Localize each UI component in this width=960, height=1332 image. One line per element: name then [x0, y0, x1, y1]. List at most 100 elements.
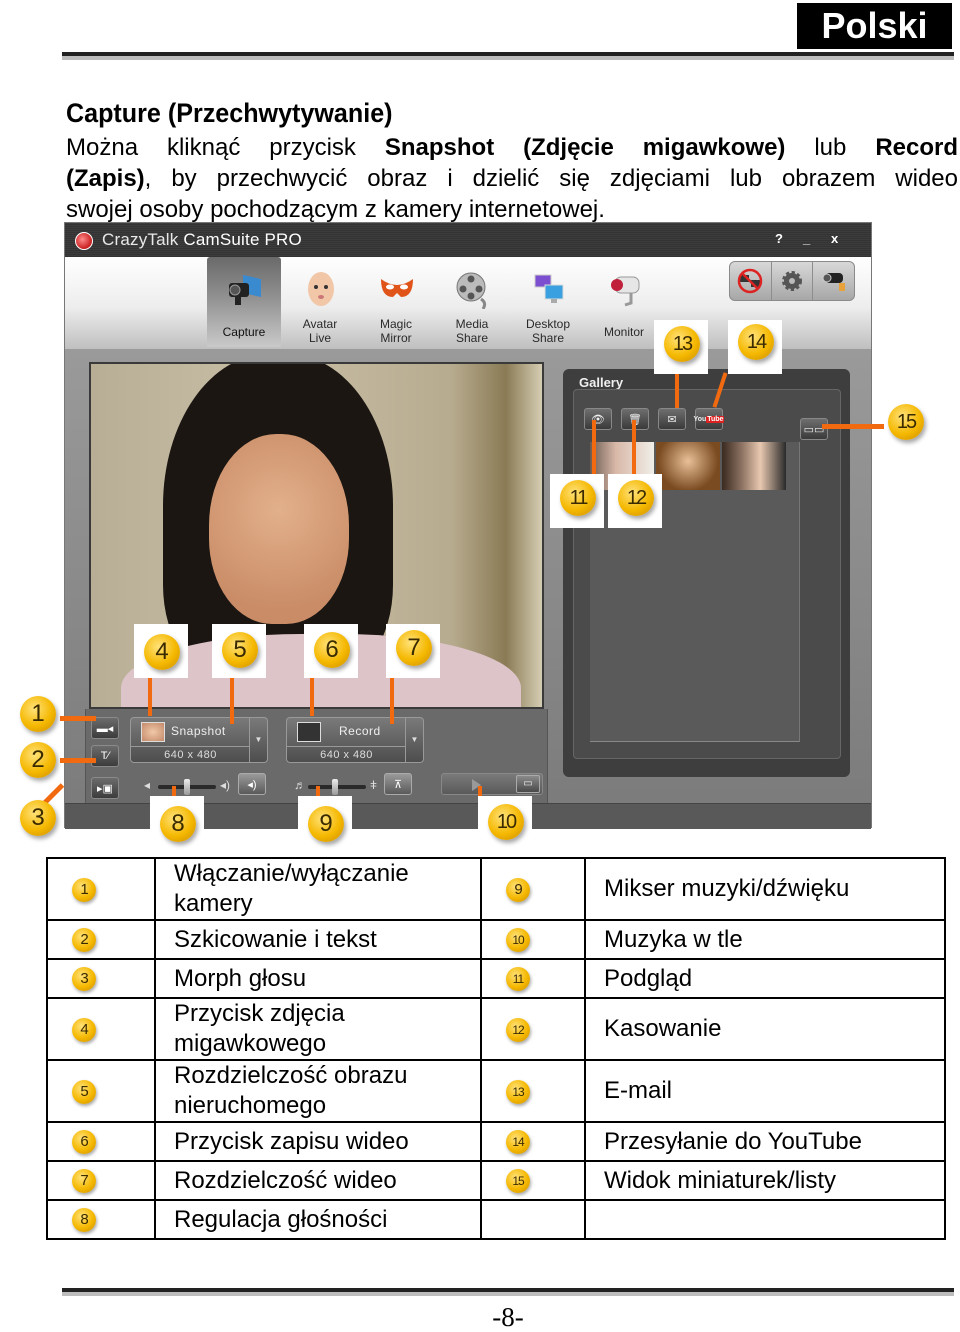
thumbnail-list-view-toggle[interactable]: ▭▭	[800, 418, 828, 440]
mode-label: Monitor	[603, 325, 644, 339]
callout-4: 4	[144, 634, 180, 670]
legend-label: Szkicowanie i tekst	[154, 919, 482, 960]
mode-avatar-live[interactable]: Avatar Live	[283, 257, 357, 347]
volume-slider-knob[interactable]	[184, 779, 190, 795]
legend-badge: 5	[72, 1079, 96, 1104]
legend-badge: 2	[72, 928, 96, 953]
open-music-folder-button[interactable]: ▭	[516, 775, 540, 793]
intro-line-2: (Zapis), by przechwycić obraz i dzielić …	[66, 163, 958, 194]
speaker-icon: ◂)	[247, 778, 257, 791]
email-button[interactable]: ✉	[658, 408, 686, 430]
record-button[interactable]: Record 640 x 480 ▼	[286, 717, 424, 763]
app-title-brand: CrazyTalk	[102, 230, 184, 249]
mode-monitor[interactable]: Monitor	[587, 257, 661, 347]
legend-label: Widok miniaturek/listy	[584, 1160, 946, 1201]
mode-desktop-share[interactable]: Desktop Share	[511, 257, 585, 347]
legend-badge: 4	[72, 1017, 96, 1042]
legend-row: 3 Morph głosu 11 Podgląd	[46, 958, 946, 999]
callout-6: 6	[314, 632, 350, 668]
callout-14: 14	[738, 324, 774, 360]
callout-1: 1	[20, 696, 56, 732]
sketch-text-button[interactable]: T⁄	[91, 745, 119, 767]
callout-7: 7	[396, 630, 432, 666]
folder-icon: ▭	[523, 778, 533, 789]
legend-label: Regulacja głośności	[154, 1199, 482, 1240]
app-title: CrazyTalk CamSuite PRO	[102, 230, 302, 250]
legend-badge: 15	[506, 1169, 530, 1194]
volume-slider[interactable]	[158, 779, 216, 795]
mode-label: Desktop Share	[525, 317, 571, 345]
music-note-icon: ♬	[294, 778, 306, 792]
callout-leader-12	[632, 420, 636, 476]
callout-11: 11	[560, 480, 596, 516]
legend-badge: 8	[72, 1208, 96, 1233]
mode-label: Avatar Live	[302, 317, 338, 345]
callout-leader-5	[230, 676, 234, 724]
webcam-icon	[229, 275, 261, 305]
snapshot-button[interactable]: Snapshot 640 x 480 ▼	[130, 717, 268, 763]
legend-num-cell: 2	[46, 919, 156, 960]
gallery-thumbnail[interactable]	[722, 442, 786, 490]
legend-num-cell: 4	[46, 997, 156, 1061]
legend-label: Morph głosu	[154, 958, 482, 999]
minimize-button[interactable]: _	[803, 231, 810, 246]
remote-control-toggle-button[interactable]	[730, 262, 772, 300]
music-mix-slider-knob[interactable]	[332, 779, 338, 795]
mode-media-share[interactable]: Media Share	[435, 257, 509, 347]
record-resolution-dropdown[interactable]: ▼	[405, 718, 423, 762]
callout-leader-4	[148, 676, 152, 716]
legend-num-cell: 15	[480, 1160, 586, 1201]
help-button[interactable]: ?	[775, 231, 783, 246]
legend-badge: 14	[506, 1130, 530, 1155]
background-music-control[interactable]: ▭	[441, 773, 543, 795]
text-brush-icon: T⁄	[100, 750, 110, 762]
legend-badge: 3	[72, 967, 96, 992]
snapshot-resolution: 640 x 480	[131, 746, 250, 763]
settings-button[interactable]	[772, 262, 814, 300]
callout-leader-2	[60, 758, 96, 763]
mode-label: Media Share	[455, 317, 489, 345]
camera-settings-button[interactable]	[813, 262, 854, 300]
mute-button[interactable]: ◂)	[238, 773, 266, 795]
legend-num-cell: 12	[480, 997, 586, 1061]
volume-high-icon: ◂)	[220, 778, 231, 792]
mode-label: Capture	[222, 325, 266, 339]
camera-icon: ▬◂	[96, 722, 114, 735]
intro-paragraph: Można kliknąć przycisk Snapshot (Zdjęcie…	[66, 132, 958, 225]
callout-8: 8	[160, 806, 196, 842]
legend-badge: 10	[506, 928, 530, 953]
legend-num-cell: 13	[480, 1059, 586, 1123]
snapshot-resolution-dropdown[interactable]: ▼	[249, 718, 267, 762]
gallery-thumbnail[interactable]	[656, 442, 720, 490]
close-button[interactable]: x	[831, 231, 838, 246]
mode-magic-mirror[interactable]: Magic Mirror	[359, 257, 433, 347]
mode-capture[interactable]: Capture	[207, 257, 281, 347]
callout-12: 12	[618, 480, 654, 516]
legend-num-cell: 10	[480, 919, 586, 960]
legend-row: 6 Przycisk zapisu wideo 14 Przesyłanie d…	[46, 1121, 946, 1162]
intro-text: lub	[785, 134, 876, 161]
preview-button[interactable]: 👁	[584, 408, 612, 430]
legend-badge: 11	[506, 967, 530, 992]
voice-morph-button[interactable]: ▸▣	[91, 777, 119, 799]
callout-3: 3	[20, 800, 56, 836]
snapshot-thumb-icon	[141, 722, 165, 742]
intro-line-3: swojej osoby pochodzącym z kamery intern…	[66, 196, 605, 223]
legend-num-cell: 5	[46, 1059, 156, 1123]
callout-13: 13	[664, 326, 700, 362]
mode-label: Magic Mirror	[379, 317, 412, 345]
youtube-upload-button[interactable]: YouTube	[694, 408, 725, 430]
callout-10: 10	[488, 804, 524, 840]
intro-bold-record: Record	[875, 134, 958, 161]
voice-morph-icon: ▸▣	[97, 782, 113, 795]
callout-leader-6	[310, 676, 314, 716]
audio-mixer-button[interactable]: ⊼	[384, 773, 412, 795]
callout-leader-15	[822, 424, 884, 429]
youtube-text-tube: Tube	[706, 415, 725, 423]
legend-label: Przesyłanie do YouTube	[584, 1121, 946, 1162]
baby-face-icon	[308, 272, 334, 306]
intro-bold-snapshot: Snapshot (Zdjęcie migawkowe)	[384, 134, 786, 161]
legend-label: Mikser muzyki/dźwięku	[584, 857, 946, 921]
callout-leader-11	[592, 420, 596, 476]
legend-row: 8 Regulacja głośności	[46, 1199, 946, 1240]
